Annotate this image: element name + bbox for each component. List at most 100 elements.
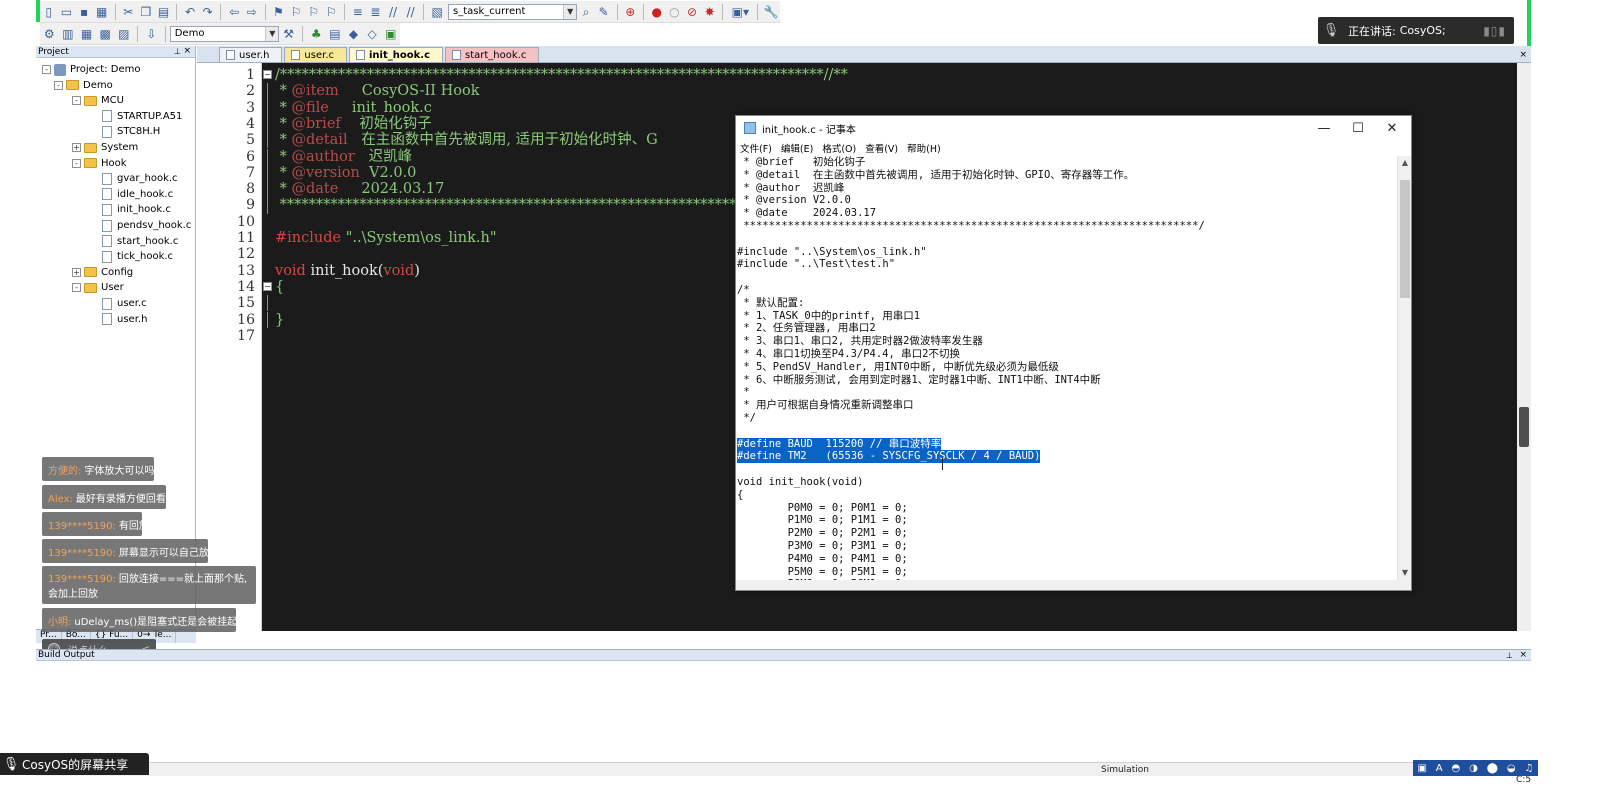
manage-components-icon[interactable]: ♣ <box>308 25 325 42</box>
collapse-icon[interactable]: - <box>72 96 81 106</box>
target-options-icon[interactable]: ⚒ <box>280 25 297 42</box>
collapse-icon[interactable]: - <box>42 65 51 74</box>
paste-icon[interactable]: ▤ <box>156 3 172 20</box>
nav-forward-icon[interactable]: ⇨ <box>244 3 260 20</box>
menu-format[interactable]: 格式(O) <box>822 141 856 155</box>
rebuild-icon[interactable]: ▦ <box>78 25 95 42</box>
tree-file[interactable]: start_hook.c <box>90 234 178 249</box>
close-button[interactable]: ✕ <box>1375 116 1409 140</box>
tree-folder[interactable]: - User <box>72 280 124 295</box>
software-pack-icon[interactable]: ▣ <box>382 25 399 42</box>
disable-all-breakpoints-icon[interactable]: ⊘ <box>684 3 700 20</box>
collapse-icon[interactable]: - <box>72 283 81 293</box>
collapse-icon[interactable]: - <box>72 158 81 168</box>
notepad-text-area[interactable]: * @brief 初始化钩子 * @detail 在主函数中首先被调用, 适用于… <box>736 156 1398 580</box>
save-icon[interactable]: ▪ <box>76 3 92 20</box>
tab-user-c[interactable]: user.c <box>284 47 347 62</box>
editor-scrollbar[interactable] <box>1517 63 1531 631</box>
fold-toggle-icon[interactable]: − <box>263 281 272 291</box>
unindent-icon[interactable]: ≣ <box>368 3 384 20</box>
menu-file[interactable]: 文件(F) <box>740 141 772 155</box>
nav-back-icon[interactable]: ⇦ <box>226 3 242 20</box>
chevron-down-icon[interactable]: ▼ <box>265 26 279 41</box>
find-in-files-icon[interactable]: ▧ <box>429 3 445 20</box>
find-icon[interactable]: ⌕ <box>578 3 594 20</box>
build-icon[interactable]: ▥ <box>60 25 77 42</box>
scrollbar-thumb[interactable] <box>1400 180 1410 298</box>
scroll-up-icon[interactable]: ▲ <box>1398 156 1412 170</box>
disable-breakpoint-icon[interactable]: ○ <box>667 3 683 20</box>
notepad-scrollbar[interactable]: ▲ ▼ <box>1397 156 1411 580</box>
chevron-down-icon[interactable]: ▼ <box>563 4 577 19</box>
copy-icon[interactable]: ❐ <box>138 3 154 20</box>
translate-icon[interactable]: ⚙ <box>41 25 58 42</box>
bookmark-icon[interactable]: ⚑ <box>271 3 287 20</box>
tree-folder[interactable]: - MCU <box>72 93 124 108</box>
maximize-button[interactable]: ☐ <box>1341 116 1375 140</box>
tree-file[interactable]: STARTUP.A51 <box>90 109 182 124</box>
expand-icon[interactable]: + <box>72 267 81 277</box>
redo-icon[interactable]: ↷ <box>200 3 216 20</box>
save-all-icon[interactable]: ▦ <box>94 3 110 20</box>
tray-icon[interactable]: ◓ <box>1452 763 1461 774</box>
target-combo[interactable]: s_task_current ▼ <box>448 3 578 20</box>
breakpoint-icon[interactable]: ● <box>649 3 665 20</box>
tree-folder[interactable]: + System <box>72 140 138 155</box>
close-icon[interactable]: × <box>183 46 191 56</box>
next-bookmark-icon[interactable]: ⚐ <box>306 3 322 20</box>
window-layout-icon[interactable]: ▣▾ <box>728 3 752 20</box>
menu-view[interactable]: 查看(V) <box>865 141 898 155</box>
prev-bookmark-icon[interactable]: ⚐ <box>288 3 304 20</box>
incremental-find-icon[interactable]: ✎ <box>596 3 612 20</box>
tree-file[interactable]: STC8H.H <box>90 124 160 139</box>
batch-build-icon[interactable]: ▩ <box>97 25 114 42</box>
minimize-button[interactable]: — <box>1307 116 1341 140</box>
select-packs-icon[interactable]: ▤ <box>327 25 344 42</box>
tree-folder[interactable]: - Project: Demo <box>42 62 140 77</box>
cut-icon[interactable]: ✂ <box>120 3 136 20</box>
microphone-icon[interactable]: 🎙 <box>0 757 22 772</box>
debug-session-icon[interactable]: ⊕ <box>622 3 638 20</box>
run-time-env-icon[interactable]: ◆ <box>345 25 362 42</box>
tree-folder[interactable]: - Demo <box>54 78 113 93</box>
tree-folder[interactable]: - Hook <box>72 156 127 171</box>
download-icon[interactable]: ⇩ <box>143 25 160 42</box>
tree-file[interactable]: gvar_hook.c <box>90 171 178 186</box>
comment-icon[interactable]: // <box>385 3 401 20</box>
close-icon[interactable]: × <box>1519 650 1527 660</box>
pack-installer-icon[interactable]: ◇ <box>364 25 381 42</box>
tree-file[interactable]: pendsv_hook.c <box>90 218 191 233</box>
stop-build-icon[interactable]: ▨ <box>116 25 133 42</box>
tray-icon[interactable]: A <box>1436 763 1443 774</box>
clear-bookmarks-icon[interactable]: ⚐ <box>323 3 339 20</box>
menu-help[interactable]: 帮助(H) <box>907 141 941 155</box>
tab-user-h[interactable]: user.h <box>219 47 283 62</box>
project-target-combo[interactable]: Demo ▼ <box>169 25 280 42</box>
tree-file[interactable]: user.h <box>90 312 147 327</box>
fold-toggle-icon[interactable]: − <box>263 70 272 79</box>
tray-icon[interactable]: ▣ <box>1417 763 1426 774</box>
indent-icon[interactable]: ≡ <box>350 3 366 20</box>
tree-file[interactable]: idle_hook.c <box>90 187 173 202</box>
build-output-body[interactable] <box>36 662 1531 760</box>
collapse-icon[interactable]: - <box>54 80 63 90</box>
configure-icon[interactable]: 🔧 <box>763 3 779 20</box>
screen-share-bar[interactable]: 🎙 CosyOS的屏幕共享 <box>0 753 149 775</box>
uncomment-icon[interactable]: // <box>403 3 419 20</box>
expand-icon[interactable]: + <box>72 143 81 152</box>
scroll-down-icon[interactable]: ▼ <box>1398 566 1412 580</box>
tray-icon[interactable]: ♫ <box>1524 763 1533 774</box>
undo-icon[interactable]: ↶ <box>182 3 198 20</box>
close-editor-icon[interactable]: × <box>1519 50 1527 60</box>
pin-icon[interactable]: ⊥ <box>1506 651 1513 660</box>
kill-breakpoints-icon[interactable]: ✸ <box>702 3 718 20</box>
scrollbar-thumb[interactable] <box>1519 407 1529 447</box>
new-file-icon[interactable]: ▯ <box>41 3 57 20</box>
tree-file[interactable]: user.c <box>90 296 147 311</box>
tab-init-hook-c[interactable]: init_hook.c <box>349 47 443 62</box>
open-folder-icon[interactable]: ▭ <box>59 3 75 20</box>
tray-icon[interactable]: ◒ <box>1507 763 1516 774</box>
tab-start-hook-c[interactable]: start_hook.c <box>445 47 540 62</box>
tree-file[interactable]: tick_hook.c <box>90 249 173 264</box>
tray-icon[interactable]: ◑ <box>1469 763 1478 774</box>
